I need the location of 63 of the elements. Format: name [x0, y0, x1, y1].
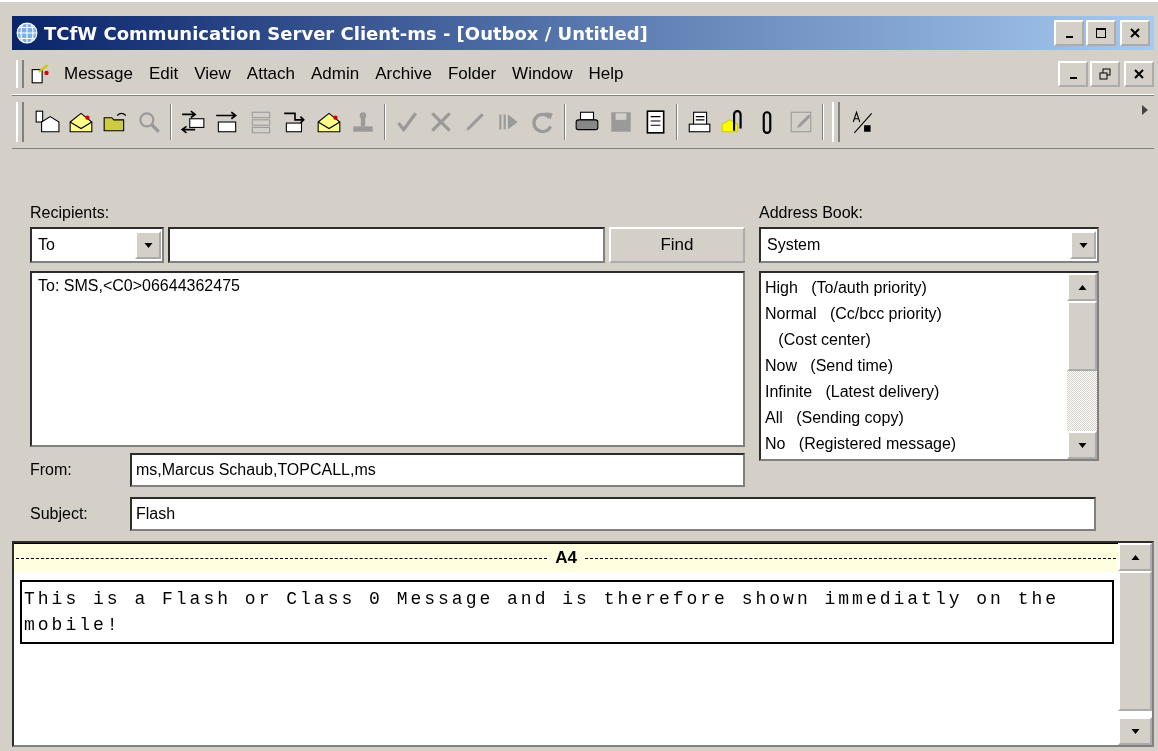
menu-item[interactable]: Archive	[367, 64, 440, 84]
address-book-label: Address Book:	[759, 203, 865, 223]
recipients-list[interactable]: To: SMS,<C0>06644362475	[30, 271, 745, 447]
recipient-type-select[interactable]: To	[30, 227, 164, 263]
menu-item[interactable]: Window	[504, 64, 581, 84]
close-icon	[1129, 27, 1141, 39]
fax-icon[interactable]	[686, 109, 712, 135]
scroll-down-button[interactable]	[1118, 717, 1152, 745]
address-book-select[interactable]: System	[759, 227, 1099, 263]
close-button[interactable]	[1120, 20, 1150, 46]
subject-label: Subject:	[30, 505, 89, 523]
arrows-envelope-icon[interactable]	[180, 109, 206, 135]
scroll-up-button[interactable]	[1118, 543, 1152, 571]
document-wand-icon	[30, 63, 52, 85]
menu-item[interactable]: Folder	[439, 64, 505, 84]
dropdown-arrow-icon	[143, 242, 153, 248]
subject-field[interactable]: Flash	[130, 497, 1096, 531]
option-item[interactable]: All (Sending copy)	[765, 405, 1063, 431]
option-item[interactable]: High (To/auth priority)	[765, 275, 1063, 301]
option-item[interactable]: Infinite (Latest delivery)	[765, 379, 1063, 405]
send-icon[interactable]	[214, 109, 240, 135]
toolbar-grip[interactable]	[832, 102, 840, 142]
recipient-input[interactable]	[168, 227, 605, 263]
menu-grip[interactable]	[16, 60, 24, 88]
scroll-thumb[interactable]	[1118, 571, 1152, 711]
close-icon	[1133, 68, 1145, 80]
option-item[interactable]: Normal (Cc/bcc priority)	[765, 301, 1063, 327]
minimize-icon	[1065, 36, 1073, 38]
down-arrow-icon	[1077, 442, 1087, 448]
menu-item[interactable]: Admin	[303, 64, 368, 84]
scroll-track[interactable]	[1118, 711, 1152, 717]
maximize-button[interactable]	[1086, 20, 1116, 46]
up-arrow-icon	[1130, 554, 1140, 560]
restore-icon	[1099, 68, 1111, 80]
toolbar-grip[interactable]	[16, 102, 24, 142]
menu-item[interactable]: View	[186, 64, 239, 84]
minimize-icon	[1069, 77, 1077, 79]
down-arrow-icon	[1130, 728, 1140, 734]
page-size-label: A4	[555, 548, 577, 568]
find-button[interactable]: Find	[609, 227, 745, 263]
menu-item[interactable]: Message	[56, 64, 141, 84]
message-body[interactable]: This is a Flash or Class 0 Message and is therefore shown immediatly on the mobile!	[20, 580, 1114, 644]
overflow-arrow-icon[interactable]	[1142, 105, 1148, 115]
option-item[interactable]: No (Registered message)	[765, 431, 1063, 457]
up-arrow-icon	[1077, 284, 1087, 290]
restore-button[interactable]	[1090, 61, 1120, 87]
menu-item[interactable]: Edit	[141, 64, 187, 84]
menu-item[interactable]: Help	[580, 64, 632, 84]
from-field[interactable]: ms,Marcus Schaub,TOPCALL,ms	[130, 453, 745, 487]
option-item[interactable]: (Cost center)	[765, 327, 1063, 353]
scroll-down-button[interactable]	[1067, 431, 1097, 459]
option-item[interactable]: Now (Send time)	[765, 353, 1063, 379]
dropdown-arrow-icon	[1078, 242, 1088, 248]
scroll-up-button[interactable]	[1067, 273, 1097, 301]
scroll-thumb[interactable]	[1067, 301, 1097, 371]
maximize-icon	[1095, 27, 1107, 39]
close-button[interactable]	[1124, 61, 1154, 87]
from-label: From:	[30, 461, 73, 479]
window-title: TCfW Communication Server Client-ms - [Outbox / Untitled]	[44, 22, 649, 44]
recipients-label: Recipients:	[30, 203, 111, 223]
new-message-icon[interactable]	[34, 109, 60, 135]
globe-icon	[16, 22, 38, 44]
menu-item[interactable]: Attach	[238, 64, 304, 84]
